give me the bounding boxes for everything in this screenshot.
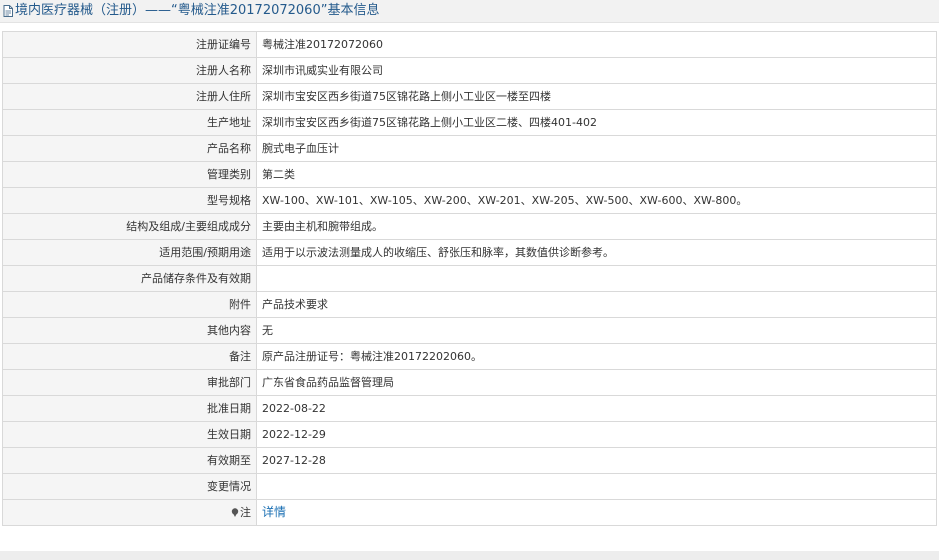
- title-bar: 境内医疗器械（注册）——“粤械注准20172072060”基本信息: [0, 0, 939, 23]
- bottom-bar: [0, 551, 939, 560]
- row-value: 主要由主机和腕带组成。: [256, 213, 937, 240]
- row-label: 有效期至: [2, 447, 257, 474]
- row-label: 注册证编号: [2, 31, 257, 58]
- table-row-valid-until: 有效期至 2027-12-28: [2, 447, 937, 474]
- table-row-approval-date: 批准日期 2022-08-22: [2, 395, 937, 422]
- row-value: [256, 473, 937, 500]
- row-value: 粤械注准20172072060: [256, 31, 937, 58]
- table-row-product-name: 产品名称 腕式电子血压计: [2, 135, 937, 162]
- row-label: 注册人名称: [2, 57, 257, 84]
- page: 境内医疗器械（注册）——“粤械注准20172072060”基本信息 注册证编号 …: [0, 0, 939, 560]
- row-label: 型号规格: [2, 187, 257, 214]
- table-row-remarks: 备注 原产品注册证号：粤械注准20172202060。: [2, 343, 937, 370]
- pin-icon: [231, 507, 239, 517]
- row-label: 适用范围/预期用途: [2, 239, 257, 266]
- table-row-model-spec: 型号规格 XW-100、XW-101、XW-105、XW-200、XW-201、…: [2, 187, 937, 214]
- row-value: 无: [256, 317, 937, 344]
- table-row-note: 注 详情: [2, 499, 937, 526]
- table-row-effective-date: 生效日期 2022-12-29: [2, 421, 937, 448]
- row-value: 深圳市宝安区西乡街道75区锦花路上侧小工业区一楼至四楼: [256, 83, 937, 110]
- row-label: 变更情况: [2, 473, 257, 500]
- row-value: 适用于以示波法测量成人的收缩压、舒张压和脉率，其数值供诊断参考。: [256, 239, 937, 266]
- row-value: 深圳市讯威实业有限公司: [256, 57, 937, 84]
- row-label: 注册人住所: [2, 83, 257, 110]
- row-value: 第二类: [256, 161, 937, 188]
- table-row-registrant-name: 注册人名称 深圳市讯威实业有限公司: [2, 57, 937, 84]
- table-row-other-content: 其他内容 无: [2, 317, 937, 344]
- table-row-management-category: 管理类别 第二类: [2, 161, 937, 188]
- table-row-registration-number: 注册证编号 粤械注准20172072060: [2, 31, 937, 58]
- row-label: 备注: [2, 343, 257, 370]
- row-label: 其他内容: [2, 317, 257, 344]
- row-label: 附件: [2, 291, 257, 318]
- row-label: 管理类别: [2, 161, 257, 188]
- row-label: 生产地址: [2, 109, 257, 136]
- table-row-attachment: 附件 产品技术要求: [2, 291, 937, 318]
- table-row-storage-conditions: 产品储存条件及有效期: [2, 265, 937, 292]
- detail-table: 注册证编号 粤械注准20172072060 注册人名称 深圳市讯威实业有限公司 …: [2, 31, 937, 526]
- row-label: 结构及组成/主要组成成分: [2, 213, 257, 240]
- row-value: 广东省食品药品监督管理局: [256, 369, 937, 396]
- row-value: 深圳市宝安区西乡街道75区锦花路上侧小工业区二楼、四楼401-402: [256, 109, 937, 136]
- table-row-production-address: 生产地址 深圳市宝安区西乡街道75区锦花路上侧小工业区二楼、四楼401-402: [2, 109, 937, 136]
- table-row-approval-department: 审批部门 广东省食品药品监督管理局: [2, 369, 937, 396]
- table-row-intended-use: 适用范围/预期用途 适用于以示波法测量成人的收缩压、舒张压和脉率，其数值供诊断参…: [2, 239, 937, 266]
- table-row-change-history: 变更情况: [2, 473, 937, 500]
- row-label: 产品名称: [2, 135, 257, 162]
- row-label: 审批部门: [2, 369, 257, 396]
- row-label: 生效日期: [2, 421, 257, 448]
- table-row-structure-composition: 结构及组成/主要组成成分 主要由主机和腕带组成。: [2, 213, 937, 240]
- row-value: 2022-12-29: [256, 421, 937, 448]
- details-link[interactable]: 详情: [262, 505, 286, 519]
- row-value: 2027-12-28: [256, 447, 937, 474]
- page-title: 境内医疗器械（注册）——“粤械注准20172072060”基本信息: [15, 3, 380, 18]
- row-value: [256, 265, 937, 292]
- table-row-registrant-address: 注册人住所 深圳市宝安区西乡街道75区锦花路上侧小工业区一楼至四楼: [2, 83, 937, 110]
- row-label: 产品储存条件及有效期: [2, 265, 257, 292]
- note-label-cell: 注: [2, 499, 257, 526]
- row-value: 2022-08-22: [256, 395, 937, 422]
- row-value: 产品技术要求: [256, 291, 937, 318]
- row-value: 腕式电子血压计: [256, 135, 937, 162]
- row-value: XW-100、XW-101、XW-105、XW-200、XW-201、XW-20…: [256, 187, 937, 214]
- note-label: 注: [240, 505, 251, 519]
- document-icon: [3, 5, 13, 17]
- note-value-cell: 详情: [256, 499, 937, 526]
- row-label: 批准日期: [2, 395, 257, 422]
- row-value: 原产品注册证号：粤械注准20172202060。: [256, 343, 937, 370]
